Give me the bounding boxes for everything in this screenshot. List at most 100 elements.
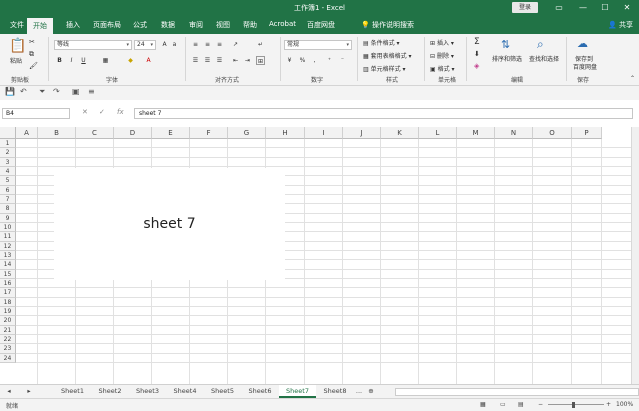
column-header-F[interactable]: F (190, 127, 228, 139)
sheet-tab-4[interactable]: Sheet4 (167, 385, 204, 398)
orientation-icon[interactable]: ↗ (231, 40, 240, 49)
zoom-out-icon[interactable]: − (538, 401, 543, 408)
column-header-I[interactable]: I (305, 127, 343, 139)
zoom-in-icon[interactable]: + (606, 401, 611, 408)
tab-8[interactable]: 帮助 (243, 20, 257, 30)
find-select-button[interactable]: 查找和选择 (529, 54, 559, 63)
close-icon[interactable]: ✕ (616, 1, 638, 14)
share-button[interactable]: 👤 共享 (608, 20, 633, 30)
tab-10[interactable]: 百度网盘 (307, 20, 335, 30)
percent-icon[interactable]: % (298, 56, 307, 65)
sort-filter-button[interactable]: 排序和筛选 (492, 54, 522, 63)
delete-cells-button[interactable]: ⊟ 删除 ▾ (430, 51, 454, 60)
tab-11[interactable]: 💡 操作说明搜索 (361, 20, 414, 30)
tell-me-search[interactable]: 操作说明搜索 (372, 21, 414, 29)
column-header-N[interactable]: N (495, 127, 533, 139)
row-header-19[interactable]: 19 (0, 306, 16, 317)
row-header-1[interactable]: 1 (0, 139, 16, 149)
find-select-icon[interactable]: ⌕ (537, 37, 544, 52)
sheet-tab-7[interactable]: Sheet7 (279, 385, 316, 398)
increase-indent-icon[interactable]: ⇥ (243, 56, 252, 65)
filter-icon[interactable]: ⏷ (39, 87, 45, 97)
add-sheet-icon[interactable]: ⊕ (366, 385, 376, 398)
normal-view-icon[interactable]: ▦ (480, 401, 486, 408)
zoom-level[interactable]: 100% (616, 401, 633, 408)
format-cells-button[interactable]: ▣ 格式 ▾ (430, 64, 455, 73)
autosum-icon[interactable]: Σ (474, 37, 480, 47)
undo-icon[interactable]: ↶ (20, 87, 27, 96)
increase-font-icon[interactable]: A (160, 40, 169, 49)
clear-icon[interactable]: ◈ (474, 62, 479, 70)
row-header-16[interactable]: 16 (0, 278, 16, 289)
row-header-13[interactable]: 13 (0, 250, 16, 261)
page-break-icon[interactable]: ▤ (518, 401, 524, 408)
ribbon-display-icon[interactable]: ▭ (548, 1, 570, 14)
increase-decimal-icon[interactable]: ⁺ (325, 56, 334, 65)
row-header-14[interactable]: 14 (0, 260, 16, 270)
login-button[interactable]: 登录 (512, 2, 538, 13)
row-header-15[interactable]: 15 (0, 269, 16, 279)
align-top-icon[interactable]: ≡ (191, 40, 200, 49)
row-header-12[interactable]: 12 (0, 241, 16, 251)
vertical-scrollbar[interactable] (631, 127, 639, 384)
tab-2[interactable]: 插入 (66, 20, 80, 30)
row-header-22[interactable]: 22 (0, 334, 16, 345)
row-header-20[interactable]: 20 (0, 316, 16, 326)
border-icon[interactable]: ▦ (101, 56, 110, 65)
baidu-cloud-icon[interactable]: ☁ (577, 37, 588, 50)
tab-9[interactable]: Acrobat (269, 20, 296, 28)
zoom-slider[interactable] (548, 404, 604, 405)
number-format-select[interactable]: 常规 ▾ (284, 40, 352, 50)
align-center-icon[interactable]: ☰ (203, 56, 212, 65)
column-header-H[interactable]: H (266, 127, 305, 139)
tab-0[interactable]: 文件 (10, 20, 24, 30)
row-header-8[interactable]: 8 (0, 204, 16, 214)
column-header-E[interactable]: E (152, 127, 190, 139)
align-right-icon[interactable]: ☰ (215, 56, 224, 65)
font-name-select[interactable]: 等线 ▾ (54, 40, 132, 50)
bold-button[interactable]: B (55, 56, 64, 65)
sheet-tab-5[interactable]: Sheet5 (204, 385, 241, 398)
currency-icon[interactable]: ¥ (285, 56, 294, 65)
tab-4[interactable]: 公式 (133, 20, 147, 30)
column-header-C[interactable]: C (76, 127, 114, 139)
row-header-11[interactable]: 11 (0, 232, 16, 242)
merged-cell-b4[interactable]: sheet 7 (54, 168, 285, 280)
sort-filter-icon[interactable]: ⇅ (501, 38, 510, 51)
column-header-J[interactable]: J (343, 127, 381, 139)
italic-button[interactable]: I (67, 56, 76, 65)
paste-icon[interactable]: 📋 (9, 38, 26, 54)
enter-icon[interactable]: ✓ (99, 108, 105, 116)
form-icon[interactable]: ▣ (72, 87, 80, 96)
name-box[interactable]: B4 (2, 108, 70, 119)
align-left-icon[interactable]: ☰ (191, 56, 200, 65)
next-sheet-icon[interactable]: ▸ (24, 385, 34, 398)
horizontal-scrollbar[interactable] (395, 388, 639, 396)
zoom-slider-handle[interactable] (572, 402, 575, 408)
sheet-tab-8[interactable]: Sheet8 (317, 385, 354, 398)
row-header-17[interactable]: 17 (0, 288, 16, 298)
column-header-B[interactable]: B (38, 127, 76, 139)
row-header-24[interactable]: 24 (0, 353, 16, 363)
row-header-7[interactable]: 7 (0, 194, 16, 205)
font-size-select[interactable]: 24 ▾ (134, 40, 156, 50)
row-header-18[interactable]: 18 (0, 297, 16, 307)
row-header-2[interactable]: 2 (0, 148, 16, 158)
row-header-9[interactable]: 9 (0, 213, 16, 223)
sheet-tab-2[interactable]: Sheet2 (92, 385, 129, 398)
row-header-5[interactable]: 5 (0, 176, 16, 186)
page-layout-icon[interactable]: ▭ (500, 401, 506, 408)
wrap-text-icon[interactable]: ↵ (256, 40, 265, 49)
row-header-4[interactable]: 4 (0, 166, 16, 177)
decrease-decimal-icon[interactable]: ⁻ (338, 56, 347, 65)
tab-6[interactable]: 审阅 (189, 20, 203, 30)
cut-icon[interactable]: ✂ (29, 38, 35, 46)
cell-styles-button[interactable]: ▥ 单元格样式 ▾ (363, 64, 406, 73)
column-header-P[interactable]: P (572, 127, 602, 139)
column-header-K[interactable]: K (381, 127, 419, 139)
decrease-indent-icon[interactable]: ⇤ (231, 56, 240, 65)
tab-3[interactable]: 页面布局 (93, 20, 121, 30)
font-color-icon[interactable]: A (144, 56, 153, 65)
column-header-L[interactable]: L (419, 127, 457, 139)
column-header-G[interactable]: G (228, 127, 266, 139)
